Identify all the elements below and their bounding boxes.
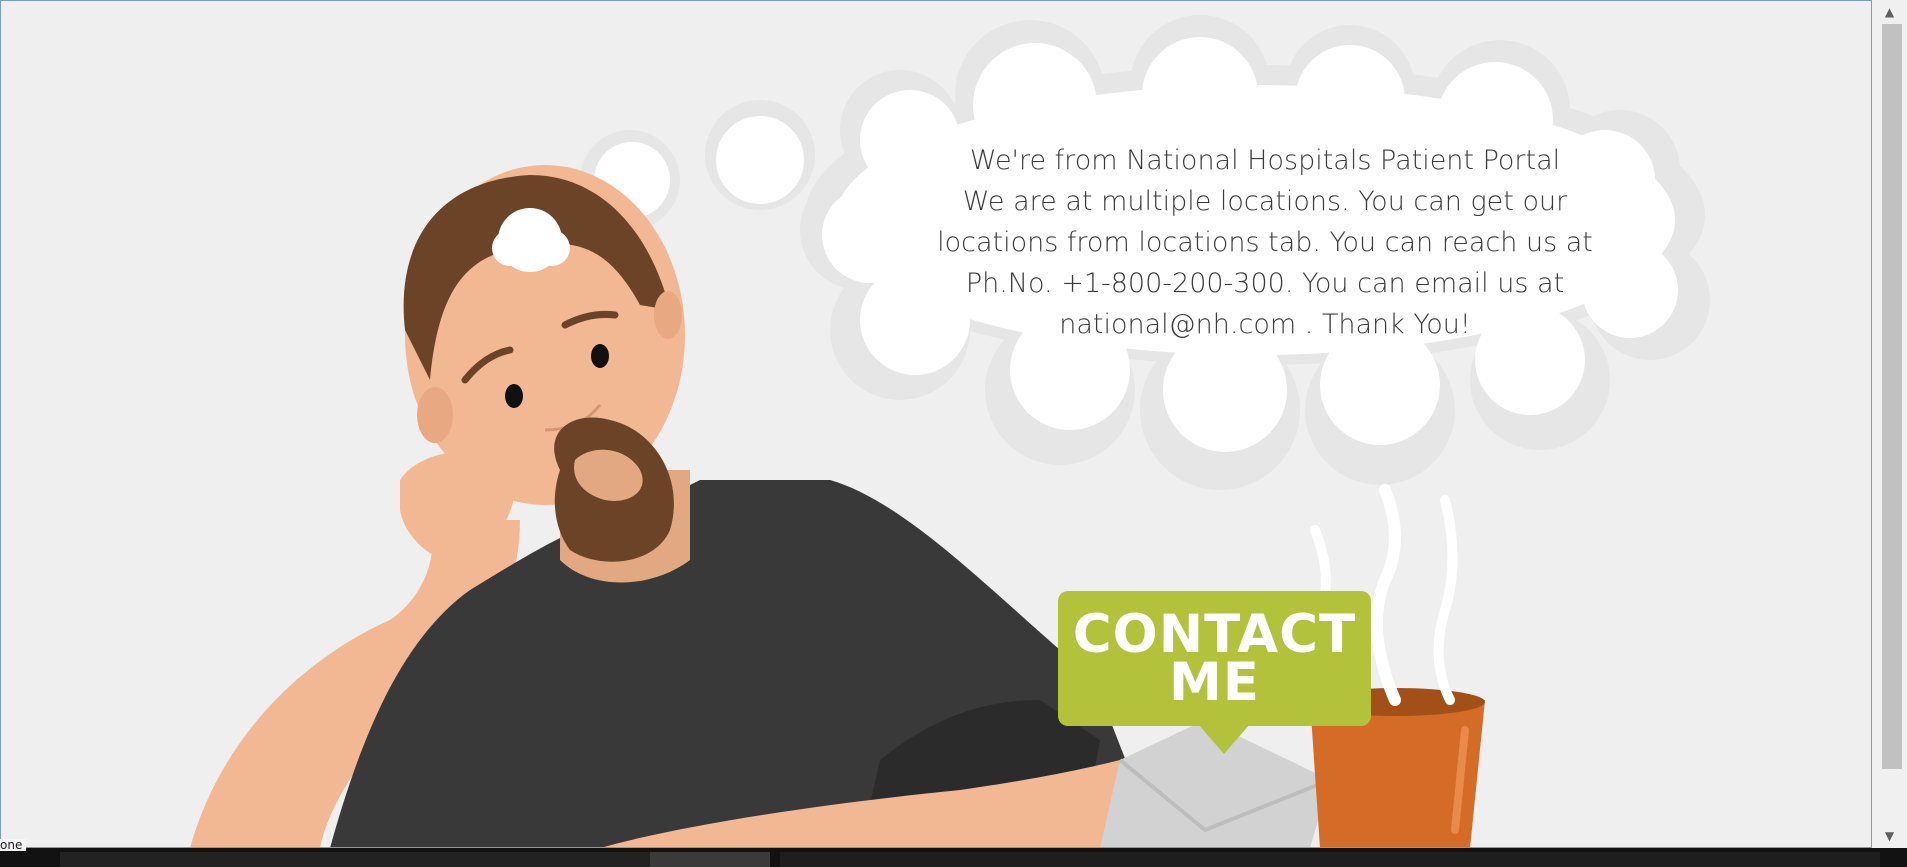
scroll-up-arrow-icon[interactable]: ▲ [1872, 0, 1907, 24]
browser-content: We're from National Hospitals Patient Po… [0, 0, 1907, 848]
vertical-scrollbar[interactable]: ▲ ▼ [1871, 0, 1907, 848]
button-pointer [1198, 724, 1250, 754]
status-text: one [0, 839, 27, 851]
message-line: We are at multiple locations. You can ge… [962, 186, 1568, 217]
contact-me-line2: ME [1169, 651, 1260, 713]
taskbar-segment [60, 852, 650, 867]
illustration [190, 15, 1710, 848]
scroll-down-arrow-icon[interactable]: ▼ [1872, 824, 1907, 848]
scroll-thumb[interactable] [1882, 24, 1902, 769]
contact-me-button[interactable]: CONTACT ME [1058, 591, 1371, 754]
message-line: Ph.No. +1-800-200-300. You can email us … [965, 268, 1565, 299]
contact-message: We're from National Hospitals Patient Po… [930, 140, 1600, 345]
message-line: locations from locations tab. You can re… [937, 227, 1593, 258]
message-line: national@nh.com . Thank You! [1059, 309, 1471, 340]
message-line: We're from National Hospitals Patient Po… [969, 145, 1561, 176]
taskbar-segment [650, 852, 770, 867]
taskbar-strip [0, 848, 1907, 867]
taskbar-segment [780, 852, 1880, 867]
